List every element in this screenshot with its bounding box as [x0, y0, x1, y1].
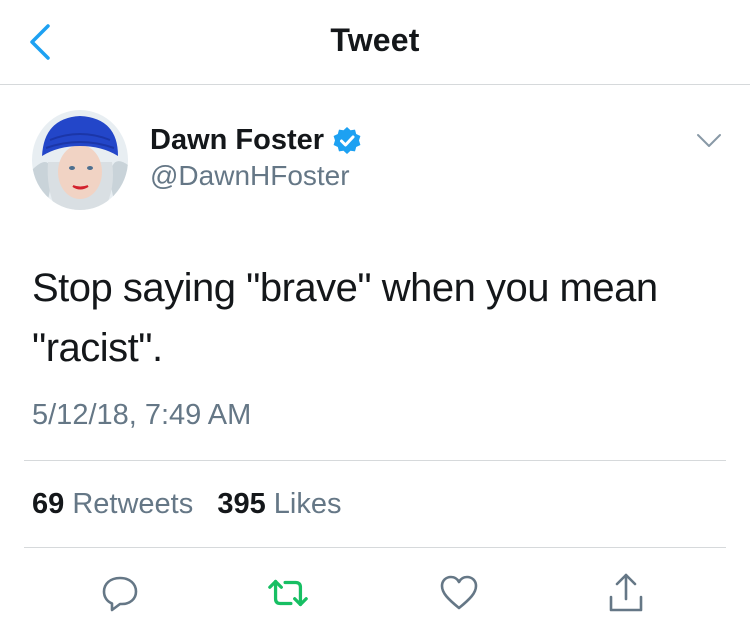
retweet-icon [268, 579, 308, 607]
author-name[interactable]: Dawn Foster [150, 124, 324, 157]
page-title: Tweet [330, 22, 420, 58]
author-handle[interactable]: @DawnHFoster [150, 160, 350, 192]
tweet-text: Stop saying "brave" when you mean "racis… [32, 258, 722, 378]
divider [24, 547, 726, 548]
chevron-down-icon [697, 134, 721, 147]
share-button[interactable] [604, 572, 648, 614]
likes-stat[interactable]: 395 Likes [217, 488, 341, 520]
reply-icon [102, 576, 138, 612]
divider [24, 460, 726, 461]
avatar[interactable] [32, 110, 128, 210]
retweets-count: 69 [32, 488, 65, 520]
author-name-row: Dawn Foster [150, 124, 362, 157]
likes-label: Likes [273, 488, 342, 520]
top-nav-bar: Tweet [0, 0, 750, 85]
retweets-label: Retweets [72, 488, 194, 520]
likes-count: 395 [217, 488, 266, 520]
retweet-button[interactable] [266, 572, 310, 614]
tweet-text-line: Stop saying "brave" when you mean [32, 266, 658, 310]
tweet-timestamp: 5/12/18, 7:49 AM [32, 399, 252, 431]
share-icon [609, 573, 643, 612]
tweet-stats: 69 Retweets 395 Likes [32, 488, 342, 521]
more-options-button[interactable] [696, 132, 722, 150]
heart-icon [440, 575, 478, 610]
retweets-stat[interactable]: 69 Retweets [32, 488, 201, 520]
reply-button[interactable] [98, 572, 142, 614]
like-button[interactable] [437, 572, 481, 614]
tweet-text-line: "racist". [32, 326, 163, 370]
verified-badge-icon [333, 126, 361, 154]
